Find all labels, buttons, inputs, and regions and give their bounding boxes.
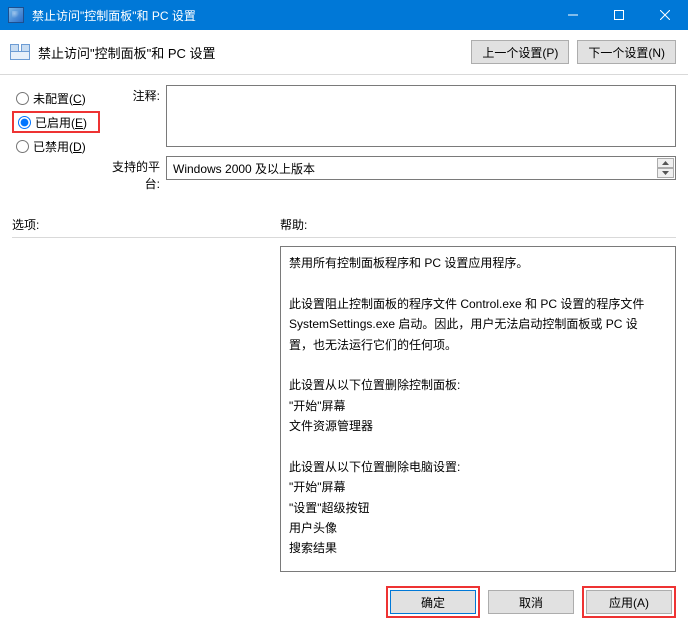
supported-on-box: Windows 2000 及以上版本 [166, 156, 676, 180]
help-divider [280, 237, 676, 238]
maximize-button[interactable] [596, 0, 642, 30]
options-area [12, 246, 280, 572]
options-label: 选项: [12, 216, 280, 233]
radio-disabled[interactable]: 已禁用(D) [12, 135, 100, 157]
ok-button[interactable]: 确定 [390, 590, 476, 614]
window-controls [550, 0, 688, 30]
radio-enabled-input[interactable] [18, 116, 31, 129]
close-button[interactable] [642, 0, 688, 30]
supported-label: 支持的平台: [100, 156, 166, 192]
radio-disabled-label: 已禁用(D) [33, 138, 86, 155]
next-setting-button[interactable]: 下一个设置(N) [577, 40, 676, 64]
radio-not-configured-input[interactable] [16, 92, 29, 105]
supported-on-text: Windows 2000 及以上版本 [173, 162, 315, 176]
comment-label: 注释: [100, 85, 166, 150]
radio-enabled-label: 已启用(E) [35, 114, 87, 131]
window-title: 禁止访问"控制面板"和 PC 设置 [32, 7, 550, 24]
spinner-up-icon[interactable] [657, 158, 674, 168]
policy-icon [10, 44, 30, 60]
previous-setting-button[interactable]: 上一个设置(P) [471, 40, 569, 64]
radio-not-configured[interactable]: 未配置(C) [12, 87, 100, 109]
state-radio-group: 未配置(C) 已启用(E) 已禁用(D) [12, 81, 100, 198]
help-text[interactable]: 禁用所有控制面板程序和 PC 设置应用程序。 此设置阻止控制面板的程序文件 Co… [280, 246, 676, 572]
policy-title: 禁止访问"控制面板"和 PC 设置 [38, 43, 471, 62]
ok-highlight: 确定 [386, 586, 480, 618]
help-label: 帮助: [280, 216, 676, 233]
radio-enabled[interactable]: 已启用(E) [12, 111, 100, 133]
app-icon [8, 7, 24, 23]
radio-not-configured-label: 未配置(C) [33, 90, 86, 107]
apply-highlight: 应用(A) [582, 586, 676, 618]
titlebar: 禁止访问"控制面板"和 PC 设置 [0, 0, 688, 30]
apply-button[interactable]: 应用(A) [586, 590, 672, 614]
spinner-down-icon[interactable] [657, 168, 674, 178]
dialog-header: 禁止访问"控制面板"和 PC 设置 上一个设置(P) 下一个设置(N) [0, 30, 688, 75]
minimize-button[interactable] [550, 0, 596, 30]
cancel-button[interactable]: 取消 [488, 590, 574, 614]
dialog-footer: 确定 取消 应用(A) [0, 576, 688, 618]
options-divider [12, 237, 280, 238]
radio-disabled-input[interactable] [16, 140, 29, 153]
supported-spinner[interactable] [657, 158, 674, 178]
comment-textarea[interactable] [166, 85, 676, 147]
